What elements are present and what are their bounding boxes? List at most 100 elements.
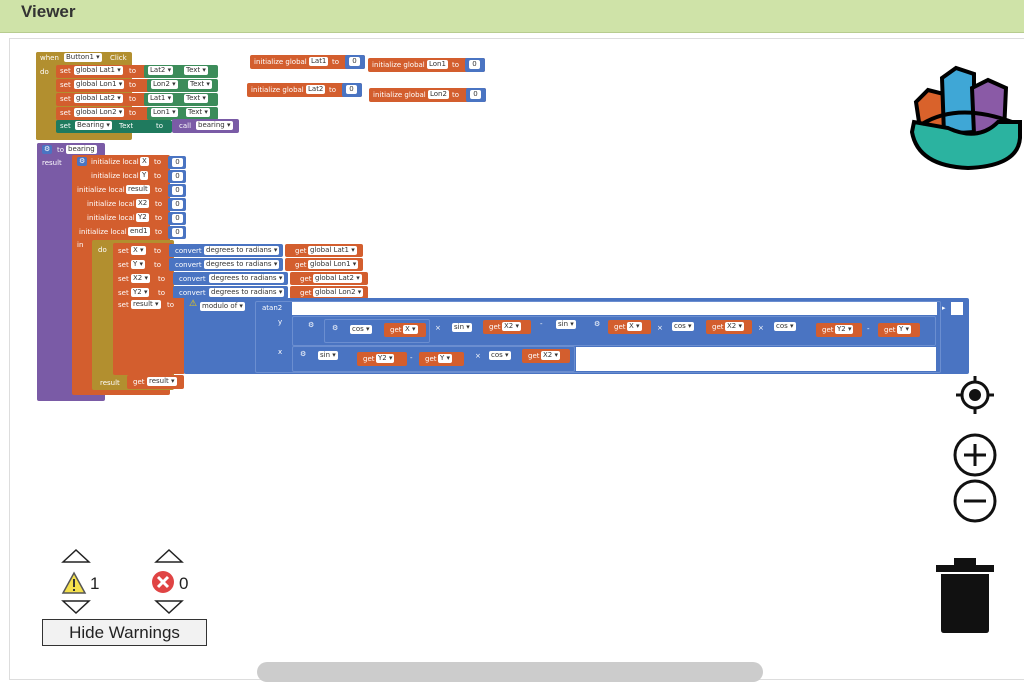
var-dropdown[interactable]: Y2 [131,288,150,297]
trig-dropdown[interactable]: cos [774,322,796,331]
trig-dropdown[interactable]: cos [489,351,511,360]
warning-next-arrow-icon[interactable] [61,599,91,615]
procedure-dropdown[interactable]: bearing [196,121,233,130]
set-bearing-text-block[interactable] [56,120,172,133]
var-dropdown[interactable]: global Lon1 [308,260,359,269]
property-dropdown[interactable]: Text [186,108,210,117]
component-dropdown[interactable]: Lat1 [148,94,174,103]
var-dropdown[interactable]: X [131,246,146,255]
number-field[interactable]: 0 [470,90,481,99]
var-dropdown[interactable]: X2 [131,274,150,283]
global-name-field[interactable]: Lat1 [309,57,329,66]
number-field[interactable]: 0 [172,172,183,181]
var-dropdown[interactable]: result [131,300,161,309]
mutator-gear-icon[interactable]: ⚙ [592,320,603,329]
property-dropdown[interactable]: Text [184,66,208,75]
var-dropdown[interactable]: global Lat2 [313,274,362,283]
error-next-arrow-icon[interactable] [154,599,184,615]
number-field[interactable]: 0 [172,200,183,209]
convert-mode-dropdown[interactable]: degrees to radians [204,260,280,269]
procedure-name-field[interactable]: bearing [66,145,97,154]
local-name-field[interactable]: X [140,157,149,166]
number-field[interactable]: 0 [349,57,360,66]
get-label: get [133,378,145,386]
local-name-field[interactable]: end1 [128,227,150,236]
hide-warnings-button[interactable]: Hide Warnings [42,619,207,646]
number-field[interactable]: 0 [172,228,183,237]
mutator-gear-icon[interactable]: ⚙ [306,321,317,330]
collapse-toggle-icon[interactable]: ▸ [942,304,946,313]
number-field[interactable]: 0 [346,85,357,94]
to-label: to [452,61,460,69]
horizontal-scrollbar[interactable] [257,662,763,682]
global-name-field[interactable]: Lon1 [427,60,448,69]
var-dropdown[interactable]: result [147,377,177,386]
error-circle-icon [151,570,175,594]
number-field[interactable]: 0 [469,60,480,69]
set-label: set [118,247,129,255]
zoom-in-icon[interactable] [952,432,998,478]
init-label: initialize global [254,58,307,66]
trig-dropdown[interactable]: sin [452,323,472,332]
local-name-field[interactable]: Y [140,171,149,180]
warning-icon[interactable]: ⚠ [189,298,197,309]
trig-dropdown[interactable]: sin [318,351,338,360]
mutator-gear-icon[interactable]: ⚙ [298,350,309,359]
backpack-icon[interactable] [908,62,1024,172]
get-label: get [822,326,834,334]
component-dropdown[interactable]: Lon1 [151,108,178,117]
convert-mode-dropdown[interactable]: degrees to radians [204,246,280,255]
to-label: to [154,261,162,269]
mutator-gear-icon[interactable]: ⚙ [42,145,53,154]
local-name-field[interactable]: result [126,185,150,194]
var-dropdown[interactable]: X2 [541,351,560,360]
mutator-gear-icon[interactable]: ⚙ [77,157,88,166]
var-dropdown[interactable]: X [403,325,418,334]
call-label: call [179,122,192,130]
var-dropdown[interactable]: Y [438,354,453,363]
trig-dropdown[interactable]: cos [672,322,694,331]
global-name-field[interactable]: Lon2 [428,90,449,99]
var-dropdown[interactable]: global Lon1 [74,80,125,89]
get-label: get [295,247,307,255]
math-op-dropdown[interactable]: modulo of [200,302,245,311]
component-dropdown[interactable]: Lon2 [151,80,178,89]
var-dropdown[interactable]: global Lat1 [308,246,357,255]
var-dropdown[interactable]: Y [131,260,146,269]
zoom-out-icon[interactable] [952,478,998,524]
number-field[interactable]: 0 [172,214,183,223]
convert-mode-dropdown[interactable]: degrees to radians [209,288,285,297]
local-name-field[interactable]: X2 [136,199,150,208]
trig-dropdown[interactable]: sin [556,320,576,329]
y-label: y [278,318,283,326]
number-field[interactable]: 0 [172,186,183,195]
trash-icon[interactable] [934,556,996,634]
component-dropdown-bearing[interactable]: Bearing [75,121,112,130]
component-dropdown-button1[interactable]: Button1 [64,53,102,62]
var-dropdown[interactable]: global Lat1 [74,66,123,75]
property-dropdown[interactable]: Text [188,80,212,89]
mutator-gear-icon[interactable]: ⚙ [330,324,341,333]
component-dropdown[interactable]: Lat2 [148,66,174,75]
local-name-field[interactable]: Y2 [136,213,149,222]
var-dropdown[interactable]: X2 [502,322,521,331]
var-dropdown[interactable]: global Lon2 [313,288,364,297]
set-label: set [118,289,129,297]
var-dropdown[interactable]: global Lat2 [74,94,123,103]
warning-prev-arrow-icon[interactable] [61,548,91,564]
convert-mode-dropdown[interactable]: degrees to radians [209,274,285,283]
trig-dropdown[interactable]: cos [350,325,372,334]
var-dropdown[interactable]: X2 [725,322,744,331]
number-field[interactable]: 0 [172,158,183,167]
event-block-spine [36,52,58,140]
var-dropdown[interactable]: Y2 [376,354,395,363]
var-dropdown[interactable]: X [627,322,642,331]
global-name-field[interactable]: Lat2 [306,85,326,94]
center-target-icon[interactable] [954,374,996,416]
var-dropdown[interactable]: Y2 [835,325,854,334]
error-prev-arrow-icon[interactable] [154,548,184,564]
var-dropdown[interactable]: Y [897,325,912,334]
property-dropdown[interactable]: Text [184,94,208,103]
init-local-label: initialize local [87,214,135,222]
var-dropdown[interactable]: global Lon2 [74,108,125,117]
